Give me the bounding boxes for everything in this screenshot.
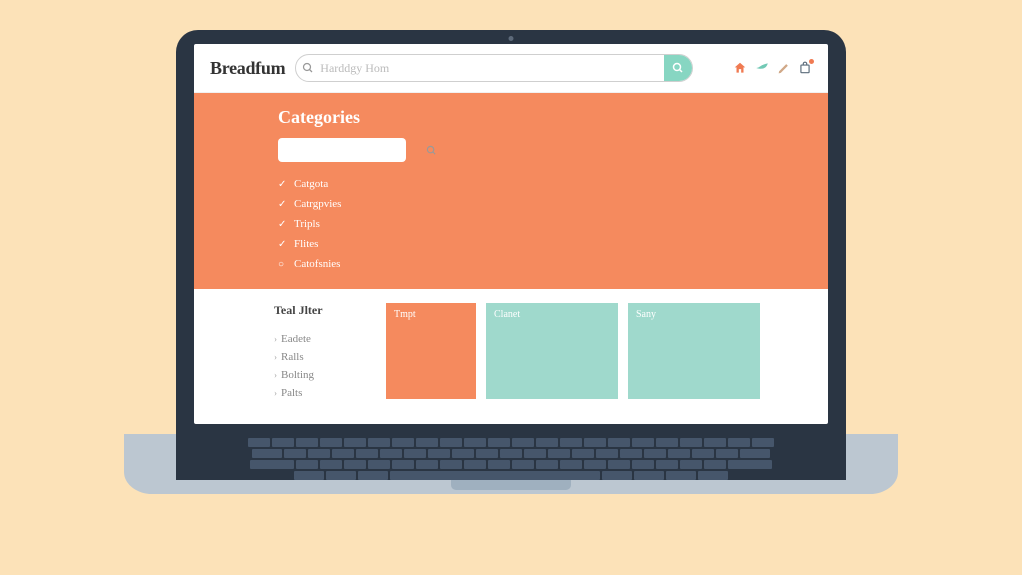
search-button[interactable]	[664, 55, 692, 81]
search-input[interactable]	[320, 61, 664, 76]
brand-logo[interactable]: Breadfum	[210, 58, 285, 79]
card-label: Sany	[636, 309, 656, 320]
keyboard	[194, 438, 828, 480]
keyboard-deck	[176, 434, 846, 532]
product-card[interactable]: Sany	[628, 303, 760, 399]
card-label: Clanet	[494, 309, 520, 320]
filter-label: Eadete	[281, 333, 311, 345]
filter-column: Teal Jlter › Eadete › Ralls › Bolting › Palts	[274, 303, 366, 402]
product-card[interactable]: Tmpt	[386, 303, 476, 399]
filter-item[interactable]: › Eadete	[274, 330, 366, 348]
chevron-right-icon: ›	[274, 352, 277, 362]
filter-item[interactable]: › Bolting	[274, 366, 366, 384]
filter-label: Ralls	[281, 351, 304, 363]
category-label: Tripls	[294, 218, 320, 230]
header-icons	[733, 61, 812, 75]
category-label: Flites	[294, 238, 318, 250]
laptop-frame: Breadfum	[176, 30, 846, 532]
category-item[interactable]: ✓ Catrgpvies	[278, 194, 828, 214]
check-icon: ✓	[278, 239, 288, 250]
screen-bezel: Breadfum	[176, 30, 846, 434]
chevron-right-icon: ›	[274, 334, 277, 344]
filter-title: Teal Jlter	[274, 303, 366, 318]
card-label: Tmpt	[394, 309, 416, 320]
category-label: Catrgpvies	[294, 198, 341, 210]
top-bar: Breadfum	[194, 44, 828, 93]
category-label: Catgota	[294, 178, 328, 190]
screen: Breadfum	[194, 44, 828, 424]
product-cards: Tmpt Clanet Sany	[386, 303, 760, 402]
camera-dot	[509, 36, 514, 41]
filter-list: › Eadete › Ralls › Bolting › Palts	[274, 330, 366, 402]
categories-title: Categories	[278, 107, 828, 128]
search-bar[interactable]	[295, 54, 693, 82]
categories-search[interactable]	[278, 138, 406, 162]
palm-rest	[124, 434, 898, 494]
home-icon[interactable]	[733, 61, 747, 75]
chevron-right-icon: ›	[274, 388, 277, 398]
categories-search-input[interactable]	[278, 144, 426, 156]
filter-item[interactable]: › Ralls	[274, 348, 366, 366]
categories-list: ✓ Catgota ✓ Catrgpvies ✓ Tripls ✓ Flites ○ Catofs…	[278, 174, 828, 274]
category-item[interactable]: ✓ Flites	[278, 234, 828, 254]
category-item[interactable]: ✓ Catgota	[278, 174, 828, 194]
search-icon	[426, 145, 437, 156]
cart-icon[interactable]	[798, 61, 812, 75]
trackpad	[451, 480, 571, 490]
category-label: Catofsnies	[294, 258, 340, 270]
categories-panel: Categories ✓ Catgota ✓ Catrgpvies ✓ Tripls ✓ Fl…	[194, 93, 828, 289]
product-card[interactable]: Clanet	[486, 303, 618, 399]
wing-icon[interactable]	[755, 61, 769, 75]
lower-area: Teal Jlter › Eadete › Ralls › Bolting › Palts T…	[194, 289, 828, 402]
check-icon: ✓	[278, 179, 288, 190]
check-icon: ✓	[278, 199, 288, 210]
chevron-right-icon: ›	[274, 370, 277, 380]
filter-label: Bolting	[281, 369, 314, 381]
search-icon	[296, 62, 320, 74]
filter-item[interactable]: › Palts	[274, 384, 366, 402]
category-item[interactable]: ○ Catofsnies	[278, 254, 828, 274]
radio-icon: ○	[278, 259, 288, 270]
filter-label: Palts	[281, 387, 302, 399]
category-item[interactable]: ✓ Tripls	[278, 214, 828, 234]
check-icon: ✓	[278, 219, 288, 230]
pen-icon[interactable]	[777, 62, 790, 75]
